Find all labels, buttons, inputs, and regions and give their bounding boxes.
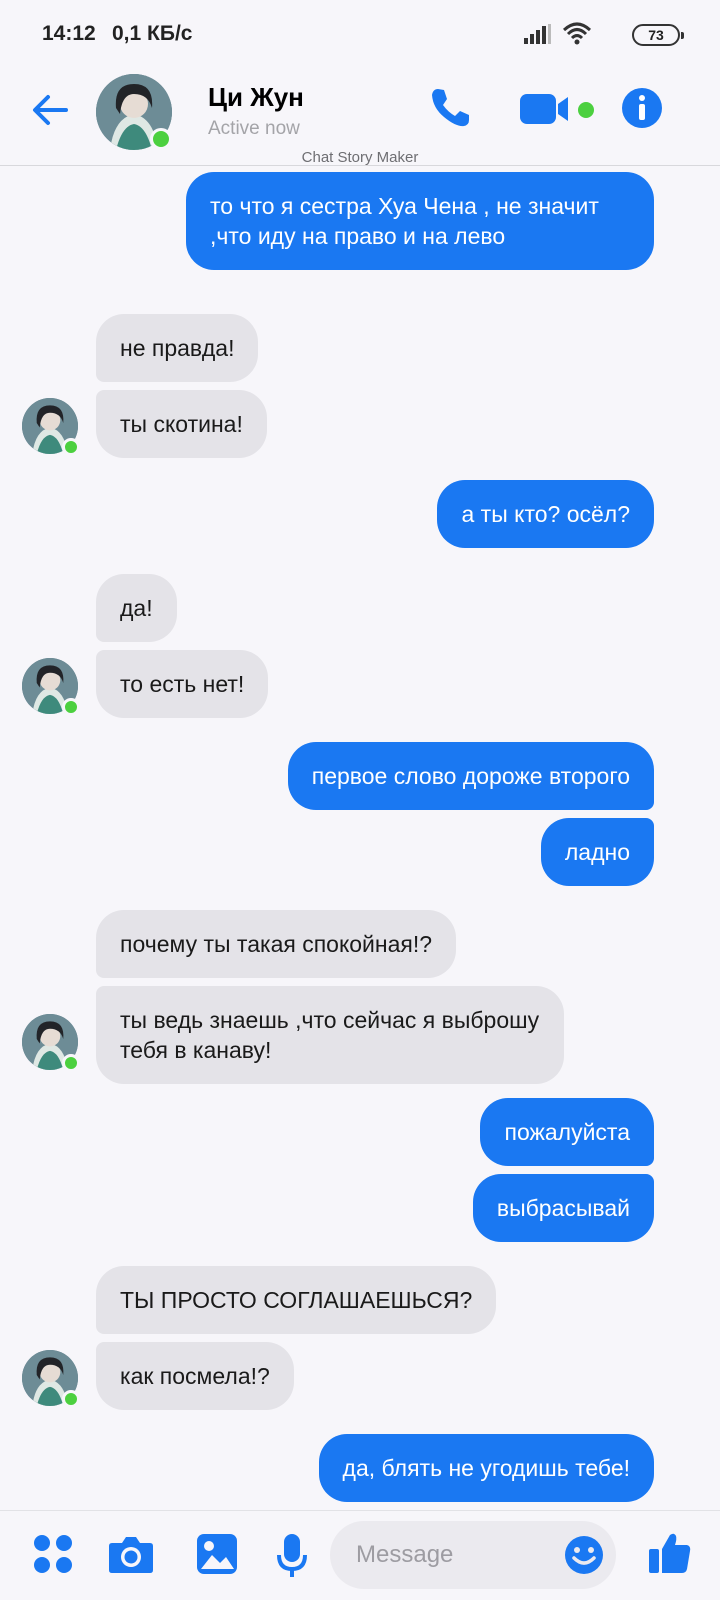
watermark: Chat Story Maker <box>301 149 419 166</box>
smiley-icon[interactable] <box>564 1535 604 1575</box>
wifi-icon <box>562 22 592 45</box>
message-composer <box>0 1510 720 1600</box>
sender-avatar[interactable] <box>22 658 80 716</box>
message-bubble-outgoing[interactable]: первое слово дороже второго <box>287 742 654 810</box>
video-online-dot <box>578 102 594 118</box>
sender-avatar[interactable] <box>22 398 80 456</box>
contact-status: Active now <box>208 118 300 139</box>
image-icon[interactable] <box>196 1533 238 1575</box>
message-bubble-outgoing[interactable]: а ты кто? осёл? <box>437 480 654 548</box>
message-bubble-incoming[interactable]: ты скотина! <box>96 390 267 458</box>
online-indicator <box>62 698 80 716</box>
message-bubble-incoming[interactable]: почему ты такая спокойная!? <box>96 910 457 978</box>
sender-avatar[interactable] <box>22 1014 80 1072</box>
online-indicator <box>150 128 172 150</box>
message-bubble-outgoing[interactable]: пожалуйста <box>480 1098 654 1166</box>
thumbs-up-icon[interactable] <box>648 1531 692 1575</box>
message-bubble-incoming[interactable]: не правда! <box>96 314 259 382</box>
back-arrow-icon[interactable] <box>30 90 70 130</box>
sender-avatar[interactable] <box>22 1350 80 1408</box>
message-bubble-incoming[interactable]: ТЫ ПРОСТО СОГЛАШАЕШЬСЯ? <box>96 1266 497 1334</box>
online-indicator <box>62 438 80 456</box>
message-bubble-outgoing[interactable]: выбрасывай <box>472 1174 654 1242</box>
contact-name[interactable]: Ци Жун <box>208 82 304 113</box>
network-speed: 0,1 КБ/с <box>112 22 193 45</box>
message-bubble-outgoing[interactable]: ладно <box>540 818 654 886</box>
signal-icon <box>524 24 551 44</box>
info-icon[interactable] <box>620 86 664 130</box>
four-dots-icon[interactable] <box>32 1533 74 1575</box>
message-bubble-outgoing[interactable]: то что я сестра Хуа Чена , не значит ,чт… <box>186 172 654 270</box>
online-indicator <box>62 1390 80 1408</box>
status-time: 14:12 <box>42 22 96 45</box>
phone-icon[interactable] <box>428 86 472 130</box>
contact-avatar[interactable] <box>96 74 172 150</box>
battery-icon: 73 <box>632 24 684 46</box>
status-bar: 14:12 0,1 КБ/с 73 <box>0 0 720 66</box>
message-bubble-incoming[interactable]: ты ведь знаешь ,что сейчас я выброшу теб… <box>96 986 564 1084</box>
online-indicator <box>62 1054 80 1072</box>
message-bubble-incoming[interactable]: то есть нет! <box>96 650 269 718</box>
microphone-icon[interactable] <box>276 1533 308 1579</box>
message-bubble-incoming[interactable]: как посмела!? <box>96 1342 294 1410</box>
message-bubble-incoming[interactable]: да! <box>96 574 177 642</box>
message-bubble-outgoing[interactable]: да, блять не угодишь тебе! <box>318 1434 654 1502</box>
video-camera-icon[interactable] <box>520 92 574 126</box>
camera-icon[interactable] <box>108 1533 154 1575</box>
